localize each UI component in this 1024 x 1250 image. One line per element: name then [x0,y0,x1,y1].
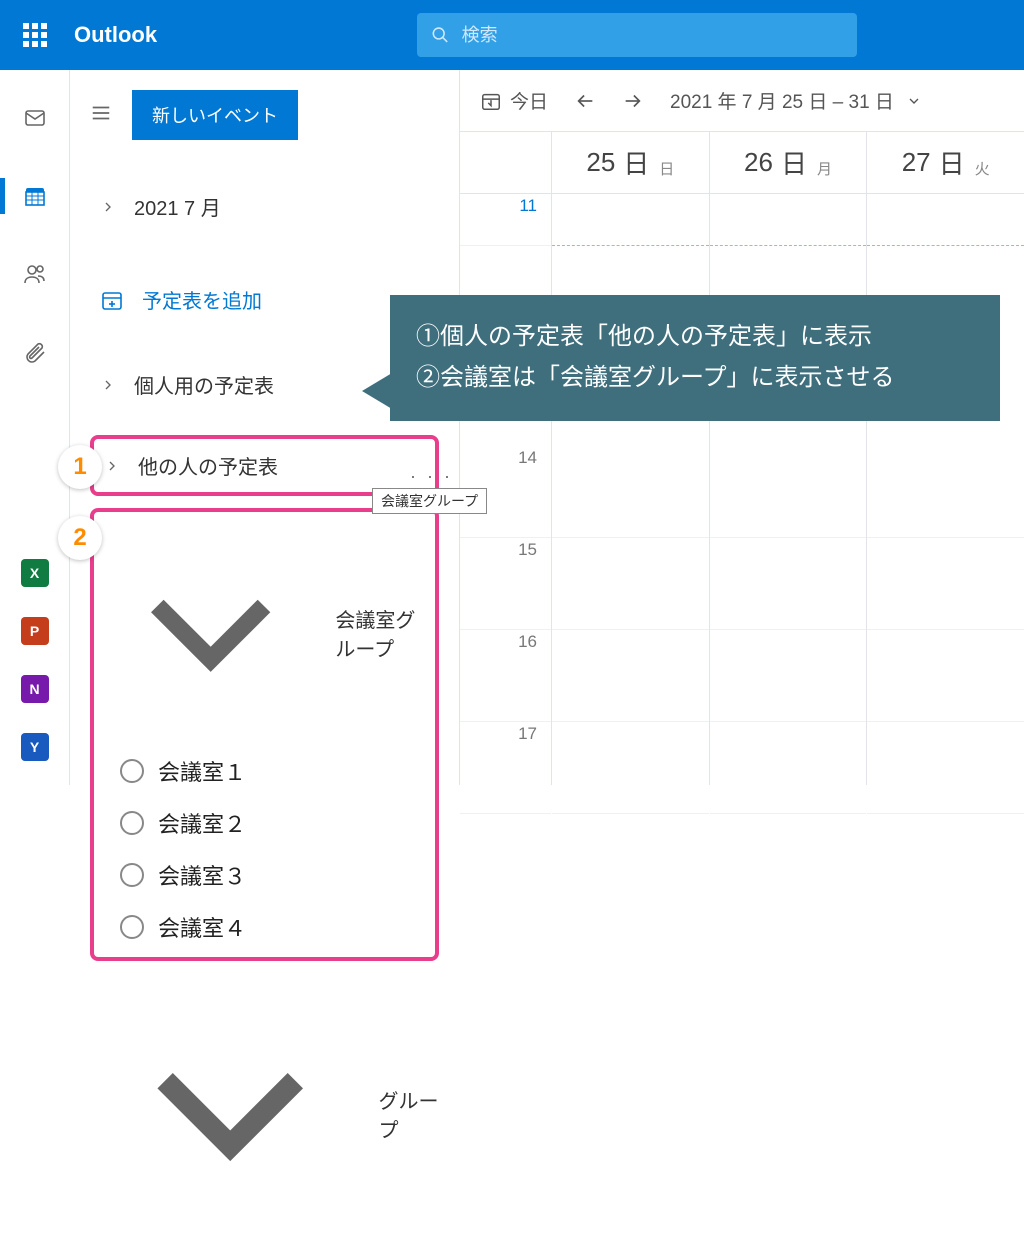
weekday: 火 [975,158,990,193]
calendar-content: 今日 2021 年 7 月 25 日 – 31 日 25 日 日 26 日 [460,70,1024,785]
meeting-room-group[interactable]: 会議室グループ [102,520,427,745]
groups-section[interactable]: グループ [90,977,439,1249]
day-char: 日 [939,144,965,181]
sidebar: 新しいイベント 2021 7 月 予定表を追加 個人用の予定表 1 他の人の予定… [70,70,460,785]
hamburger-icon[interactable] [90,102,112,129]
today-button[interactable]: 今日 [480,87,548,114]
checkbox-circle-icon[interactable] [120,863,144,887]
highlight-box-1: 1 他の人の予定表 [90,435,439,496]
day-char: 日 [781,144,807,181]
overflow-dots-icon[interactable]: · · · [410,466,453,487]
room-label: 会議室２ [158,807,246,839]
search-box[interactable] [417,13,857,57]
highlight-box-2: 2 会議室グループ 会議室１ 会議室２ 会議室３ 会議室４ [90,508,439,961]
room-label: 会議室１ [158,755,246,787]
hour-label: 17 [460,722,551,814]
room-item[interactable]: 会議室２ [102,797,427,849]
weekday: 月 [817,158,832,193]
room-item[interactable]: 会議室４ [102,901,427,953]
search-icon [431,25,450,45]
callout-line: ①個人の予定表「他の人の予定表」に表示 [416,317,974,358]
app-onenote-icon[interactable]: N [21,675,49,703]
day-column[interactable] [710,194,868,785]
day-header[interactable]: 26 日 月 [710,132,868,193]
date-range-picker[interactable]: 2021 年 7 月 25 日 – 31 日 [670,87,922,114]
calendar-today-icon [480,90,502,112]
day-header-row: 25 日 日 26 日 月 27 日 火 [460,132,1024,194]
rail-mail[interactable] [0,98,70,138]
chevron-down-icon [104,526,317,739]
calendar-toolbar: 今日 2021 年 7 月 25 日 – 31 日 [460,70,1024,132]
app-launcher-icon[interactable] [0,23,70,47]
add-calendar-icon [100,288,124,312]
room-label: 会議室４ [158,911,246,943]
tooltip: 会議室グループ [372,488,487,514]
day-header[interactable]: 27 日 火 [867,132,1024,193]
search-input[interactable] [462,25,843,46]
month-picker[interactable]: 2021 7 月 [90,178,439,235]
day-column[interactable] [867,194,1024,785]
others-calendars-label: 他の人の予定表 [138,451,278,480]
rail-files[interactable] [0,332,70,372]
day-number: 26 [744,147,773,178]
weekday: 日 [659,158,674,193]
personal-calendars-label: 個人用の予定表 [134,370,274,399]
today-label: 今日 [510,87,548,114]
room-label: 会議室３ [158,859,246,891]
rail-people[interactable] [0,254,70,294]
meeting-room-group-label: 会議室グループ [335,604,427,662]
next-button[interactable] [622,90,644,112]
others-calendars[interactable]: 他の人の予定表 [102,443,427,488]
chevron-down-icon [906,93,922,109]
nav-rail: X P N Y [0,70,70,785]
month-label: 2021 7 月 [134,192,221,221]
chevron-right-icon [100,377,116,393]
app-excel-icon[interactable]: X [21,559,49,587]
rail-calendar[interactable] [0,176,70,216]
app-yammer-icon[interactable]: Y [21,733,49,761]
room-item[interactable]: 会議室３ [102,849,427,901]
annotation-badge-1: 1 [58,445,102,489]
date-range-label: 2021 年 7 月 25 日 – 31 日 [670,87,894,114]
checkbox-circle-icon[interactable] [120,811,144,835]
callout-line: ②会議室は「会議室グループ」に表示させる [416,358,974,399]
checkbox-circle-icon[interactable] [120,759,144,783]
annotation-badge-2: 2 [58,516,102,560]
checkbox-circle-icon[interactable] [120,915,144,939]
app-title: Outlook [74,22,157,48]
annotation-callout: ①個人の予定表「他の人の予定表」に表示 ②会議室は「会議室グループ」に表示させる [390,295,1000,421]
hour-label: 11 [460,194,551,246]
day-header[interactable]: 25 日 日 [552,132,710,193]
room-item[interactable]: 会議室１ [102,745,427,797]
day-number: 27 [902,147,931,178]
chevron-right-icon [100,199,116,215]
hour-label: 16 [460,630,551,722]
groups-label: グループ [378,1085,439,1143]
arrow-left-icon [574,90,596,112]
prev-button[interactable] [574,90,596,112]
day-char: 日 [623,144,649,181]
new-event-button[interactable]: 新しいイベント [132,90,298,140]
chevron-right-icon [104,458,120,474]
chevron-down-icon [100,983,360,1243]
add-calendar-button[interactable]: 予定表を追加 [90,271,439,328]
arrow-right-icon [622,90,644,112]
hour-label: 15 [460,538,551,630]
app-powerpoint-icon[interactable]: P [21,617,49,645]
add-calendar-label: 予定表を追加 [142,285,262,314]
day-number: 25 [586,147,615,178]
day-column[interactable] [552,194,710,785]
